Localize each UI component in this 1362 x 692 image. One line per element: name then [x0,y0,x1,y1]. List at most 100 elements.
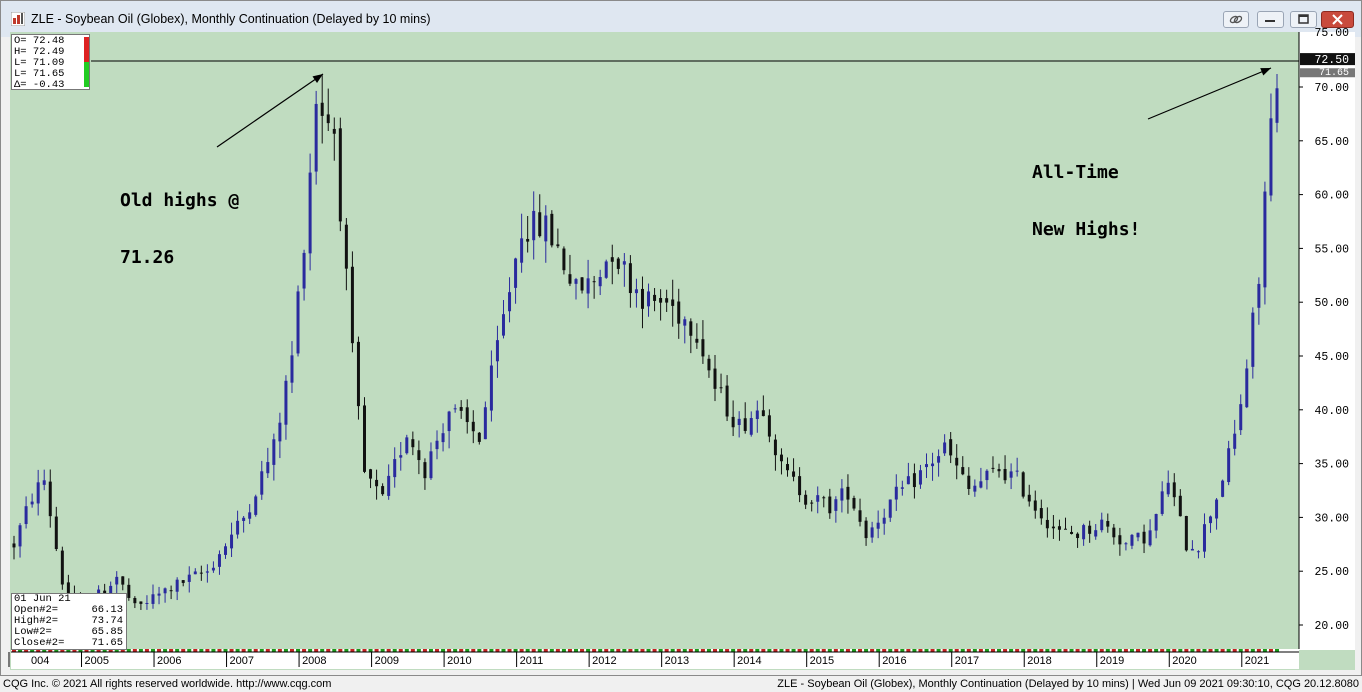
bar-body [350,266,354,344]
y-tick-label: 20.00 [1314,620,1349,633]
bar-body [1209,516,1213,524]
bar-body [441,433,445,443]
bar-body [701,339,705,357]
bar-body [677,301,681,324]
old-highs-arrow [216,73,324,148]
bar-body [471,421,475,432]
x-tick-label: 2013 [665,655,689,667]
bar-body [628,263,632,294]
bar-body [60,550,64,585]
bar-body [580,277,584,291]
old-highs-arrow-head [312,74,323,83]
bar-body [918,470,922,485]
bar-body [743,418,747,431]
bar-body [1112,527,1116,538]
bar-body [876,522,880,529]
bar-body [792,471,796,477]
bar-body [1106,521,1110,527]
bar-body [1130,534,1134,546]
bar-body [284,380,288,425]
bar-body [1136,532,1140,538]
bar-body [1239,404,1243,431]
x-tick-label: 2019 [1100,655,1124,667]
bar-body [338,128,342,222]
bar-info-panel: 01 Jun 21 Open#2= 66.13 High#2= 73.74 Lo… [11,593,127,650]
y-tick-label: 50.00 [1314,297,1349,310]
bar-body [979,481,983,488]
bar-body [187,574,191,582]
bar-body [387,475,391,496]
bar-body [1142,531,1146,544]
bar-body [1033,500,1037,511]
annotation-line: 71.26 [120,247,175,268]
bar-body [435,440,439,450]
bar-body [54,516,58,550]
bar-body [798,476,802,496]
bar-body [761,410,765,417]
bar-body [943,442,947,454]
x-tick-label: 2018 [1027,655,1051,667]
bar-body [689,321,693,336]
bar-body [272,439,276,465]
y-tick-label: 25.00 [1314,566,1349,579]
bar-body [568,274,572,284]
bar-body [417,450,421,461]
last-price-label: 71.65 [1319,68,1349,79]
bar-body [695,338,699,343]
bar-body [42,480,46,485]
bar-body [973,485,977,492]
bar-body [562,248,566,271]
bar-body [508,292,512,312]
bar-body [1094,530,1098,537]
bar-body [278,422,282,442]
x-tick-label: 2020 [1172,655,1196,667]
bar-body [381,486,385,495]
bar-body [991,467,995,469]
bar-body [719,387,723,389]
bar-body [48,481,52,517]
bar-body [236,520,240,535]
x-tick-label: 2008 [302,655,326,667]
bar-body [665,298,669,303]
bar-body [725,385,729,417]
x-tick-label: 2011 [520,655,544,667]
bar-body [556,244,560,247]
bar-body [1269,118,1273,196]
bar-body [266,462,270,474]
x-tick-label: 2021 [1245,655,1269,667]
bar-body [598,277,602,287]
bar-body [405,437,409,454]
bar-body [997,469,1001,472]
bar-body [592,281,596,283]
bar-body [1178,495,1182,517]
bar-body [967,475,971,489]
ohlc-value: -0.43 [32,79,65,91]
bar-body [1202,524,1206,552]
cqg-link[interactable]: http://www.cqg.com [236,678,331,690]
bar-body [254,496,258,515]
bar-body [429,451,433,479]
bar-body [1221,480,1225,497]
bar-body [647,291,651,307]
x-tick-label: 2010 [447,655,471,667]
bar-body [816,495,820,502]
bar-body [544,215,548,242]
bar-body [1070,531,1074,534]
bar-body [115,576,119,585]
x-tick-label: 2014 [737,655,761,667]
copyright-status: CQG Inc. © 2021 All rights reserved worl… [3,678,332,690]
bar-body [894,486,898,500]
bar-body [713,368,717,389]
bar-body [157,593,161,596]
bar-body [320,102,324,116]
bar-body [163,588,167,594]
bar-body [1051,526,1055,529]
bar-body [864,520,868,539]
bar-body [362,405,366,472]
y-tick-label: 70.00 [1314,82,1349,95]
x-tick-label: 2015 [810,655,834,667]
bar-body [985,470,989,481]
bar-body [1057,526,1061,530]
bar-body [151,594,155,604]
bar-body [882,517,886,524]
